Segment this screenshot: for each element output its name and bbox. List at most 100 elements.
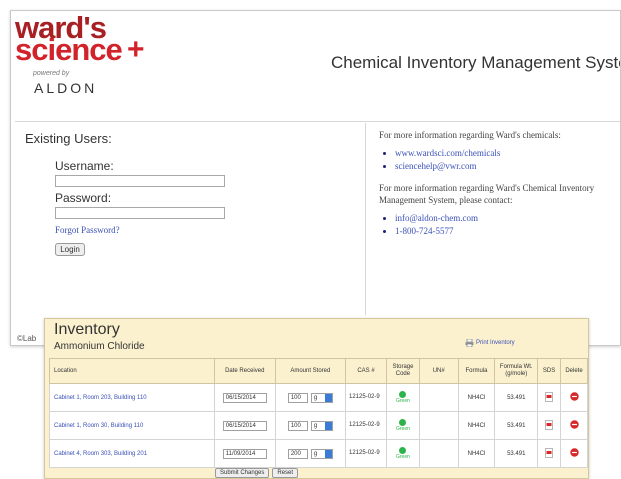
inventory-table: Location Date Received Amount Stored CAS…: [49, 358, 588, 468]
login-button[interactable]: Login: [55, 243, 85, 256]
unit-select-arrow-icon: [324, 421, 332, 430]
pdf-document-icon[interactable]: [545, 419, 553, 430]
logo-plus: +: [127, 33, 145, 66]
inventory-button-row: Submit Changes Reset: [215, 468, 299, 478]
sds-cell: [537, 411, 562, 440]
wardsci-link[interactable]: www.wardsci.com/chemicals: [395, 147, 611, 159]
sds-cell: [537, 383, 562, 412]
location-link[interactable]: Cabinet 1, Room 203, Building 110: [49, 383, 215, 412]
col-amount-stored: Amount Stored: [274, 358, 347, 384]
info-panel: For more information regarding Ward's ch…: [379, 129, 611, 247]
storage-green-dot-icon: [399, 447, 407, 454]
unit-select-arrow-icon: [324, 449, 332, 458]
inventory-title: Inventory: [54, 321, 120, 338]
amount-cell: 200 g: [274, 439, 347, 468]
location-link[interactable]: Cabinet 4, Room 303, Building 201: [49, 439, 215, 468]
password-label: Password:: [55, 191, 112, 205]
col-un: UN#: [418, 358, 459, 384]
delete-icon[interactable]: [569, 392, 579, 401]
footer-copyright: ©Lab: [17, 334, 37, 343]
unit-value: g: [313, 394, 318, 401]
pdf-document-icon[interactable]: [545, 391, 553, 402]
delete-icon[interactable]: [569, 420, 579, 429]
delete-cell: [560, 439, 588, 468]
storage-cell: Green: [386, 411, 420, 440]
un-cell: [418, 411, 459, 440]
unit-select[interactable]: g: [310, 448, 333, 459]
amount-cell: 100 g: [274, 411, 347, 440]
formula-cell: NH4Cl: [457, 439, 496, 468]
info-paragraph-chemicals: For more information regarding Ward's ch…: [379, 130, 561, 140]
cas-number: 12125-02-9: [349, 420, 384, 431]
formula-weight-cell: 53.491: [494, 383, 539, 412]
phone-number[interactable]: 1-800-724-5577: [395, 225, 611, 237]
sds-cell: [537, 439, 562, 468]
storage-green-dot-icon: [399, 419, 407, 426]
amount-cell: 100 g: [274, 383, 347, 412]
table-row: Cabinet 1, Room 203, Building 110 06/15/…: [49, 383, 588, 412]
aldon-email-link[interactable]: info@aldon-chem.com: [395, 212, 611, 224]
storage-code-text: Green: [395, 398, 410, 404]
print-inventory-link[interactable]: Print Inventory: [465, 339, 515, 347]
amount-input[interactable]: 100: [287, 392, 308, 403]
unit-value: g: [313, 450, 318, 457]
unit-select[interactable]: g: [310, 420, 333, 431]
date-cell: 06/15/2014: [213, 411, 276, 440]
col-sds: SDS: [537, 358, 562, 384]
date-received-input[interactable]: 06/15/2014: [222, 420, 267, 431]
formula-cell: NH4Cl: [457, 411, 496, 440]
formula-cell: NH4Cl: [457, 383, 496, 412]
login-panel: Existing Users: Username: Password: Forg…: [15, 123, 366, 315]
formula-weight-cell: 53.491: [494, 411, 539, 440]
col-delete: Delete: [560, 358, 588, 384]
delete-icon[interactable]: [569, 448, 579, 457]
formula-weight-cell: 53.491: [494, 439, 539, 468]
un-cell: [418, 439, 459, 468]
storage-cell: Green: [386, 383, 420, 412]
storage-green-dot-icon: [399, 391, 407, 398]
reset-button[interactable]: Reset: [272, 468, 299, 478]
storage-code-text: Green: [395, 426, 410, 432]
table-header-row: Location Date Received Amount Stored CAS…: [49, 358, 588, 384]
table-row: Cabinet 1, Room 30, Building 110 06/15/2…: [49, 411, 588, 440]
password-input[interactable]: [55, 207, 225, 219]
cas-cell: 12125-02-9: [345, 411, 387, 440]
sciencehelp-email-link[interactable]: sciencehelp@vwr.com: [395, 160, 611, 172]
col-storage-code: Storage Code: [386, 358, 420, 384]
login-window: ward's science + powered by ALDON Chemic…: [10, 10, 621, 346]
submit-changes-button[interactable]: Submit Changes: [215, 468, 270, 478]
amount-input[interactable]: 200: [287, 448, 308, 459]
table-row: Cabinet 4, Room 303, Building 201 11/09/…: [49, 439, 588, 468]
cas-cell: 12125-02-9: [345, 439, 387, 468]
logo-aldon: ALDON: [34, 80, 98, 96]
username-label: Username:: [55, 159, 114, 173]
unit-value: g: [313, 422, 318, 429]
unit-select[interactable]: g: [310, 392, 333, 403]
location-link[interactable]: Cabinet 1, Room 30, Building 110: [49, 411, 215, 440]
cas-number: 12125-02-9: [349, 448, 384, 459]
app-title: Chemical Inventory Management System: [331, 53, 621, 72]
date-received-input[interactable]: 06/15/2014: [222, 392, 267, 403]
date-received-input[interactable]: 11/09/2014: [222, 448, 267, 459]
contact-links: info@aldon-chem.com 1-800-724-5577: [379, 212, 611, 237]
col-date-received: Date Received: [213, 358, 276, 384]
wards-science-logo: ward's science + powered by ALDON: [15, 12, 165, 105]
chemical-name: Ammonium Chloride: [54, 341, 145, 352]
storage-code-text: Green: [395, 454, 410, 460]
unit-select-arrow-icon: [324, 393, 332, 402]
cas-number: 12125-02-9: [349, 392, 384, 403]
date-cell: 11/09/2014: [213, 439, 276, 468]
delete-cell: [560, 411, 588, 440]
col-cas: CAS #: [345, 358, 387, 384]
print-inventory-label: Print Inventory: [476, 340, 515, 346]
cas-cell: 12125-02-9: [345, 383, 387, 412]
pdf-document-icon[interactable]: [545, 447, 553, 458]
storage-cell: Green: [386, 439, 420, 468]
forgot-password-link[interactable]: Forgot Password?: [55, 225, 120, 235]
col-location: Location: [49, 358, 215, 384]
username-input[interactable]: [55, 175, 225, 187]
date-cell: 06/15/2014: [213, 383, 276, 412]
amount-input[interactable]: 100: [287, 420, 308, 431]
inventory-window: Inventory Ammonium Chloride Print Invent…: [44, 318, 589, 479]
logo-science-text: science: [15, 32, 123, 67]
